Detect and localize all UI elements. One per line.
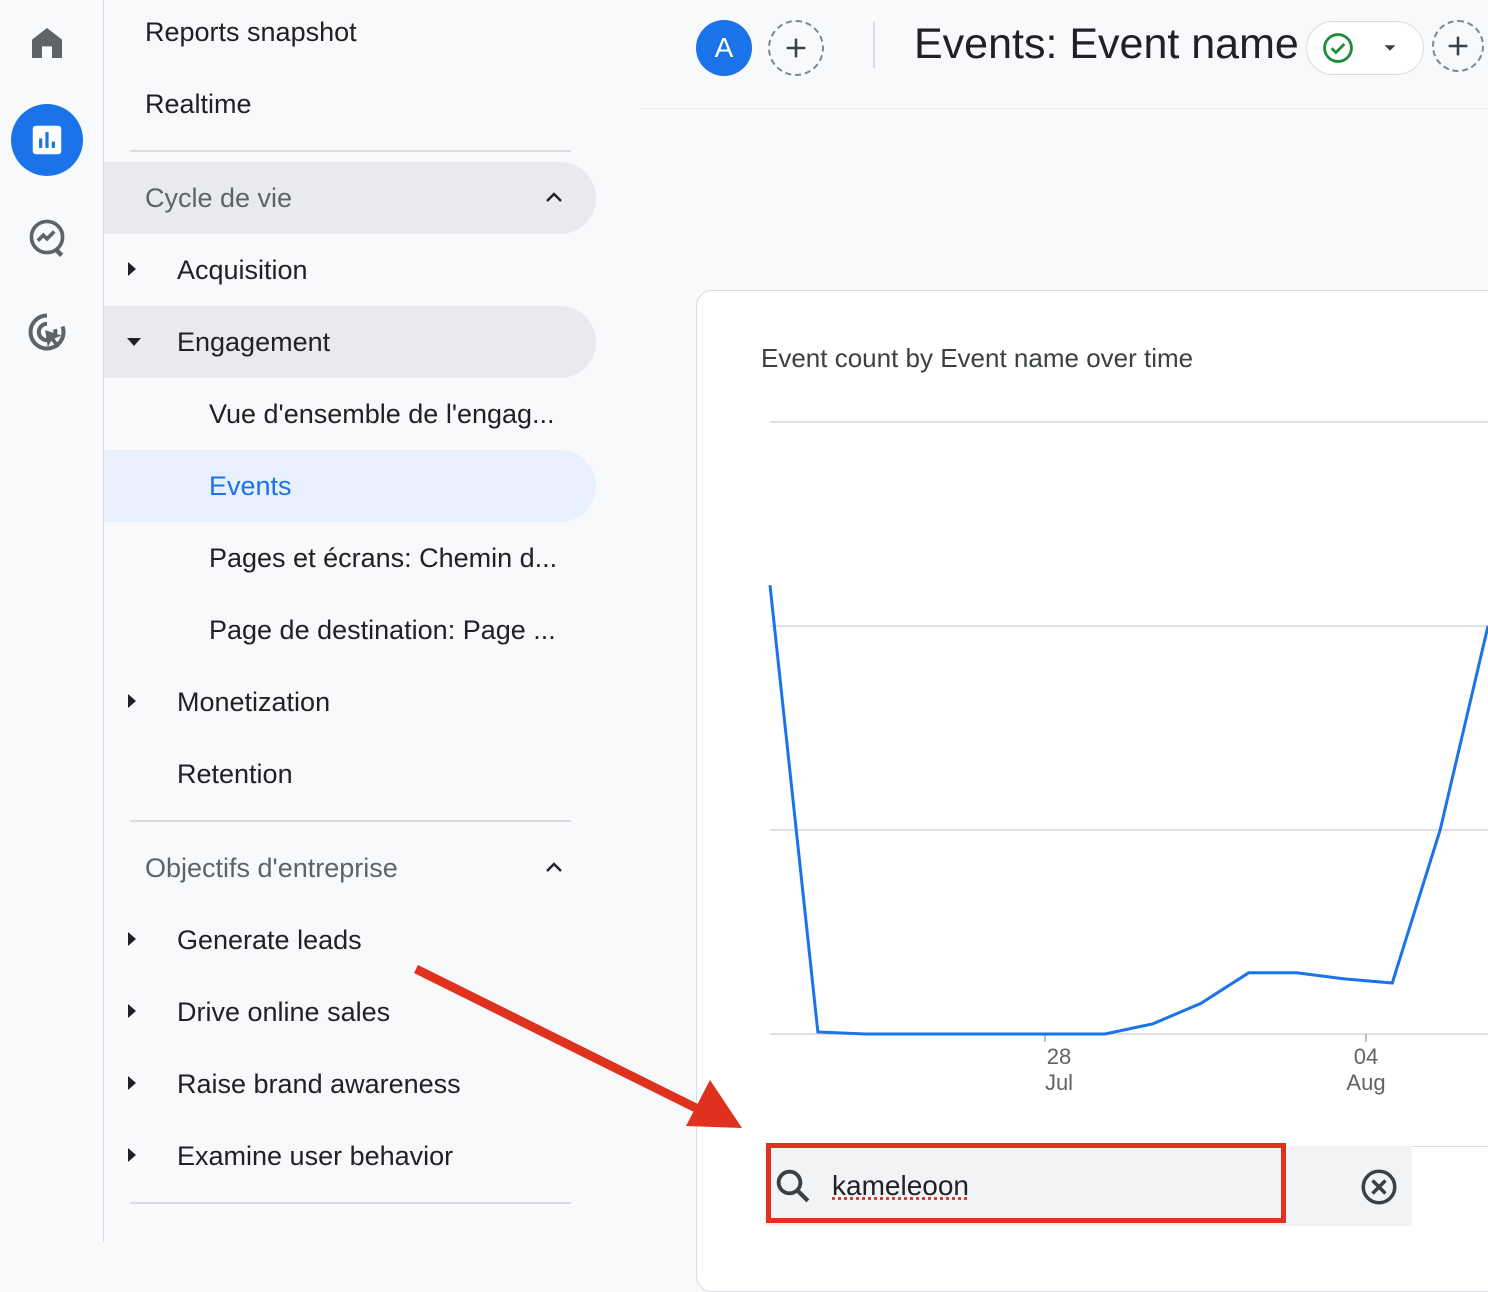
annotation-arrow-icon [413,964,742,1128]
